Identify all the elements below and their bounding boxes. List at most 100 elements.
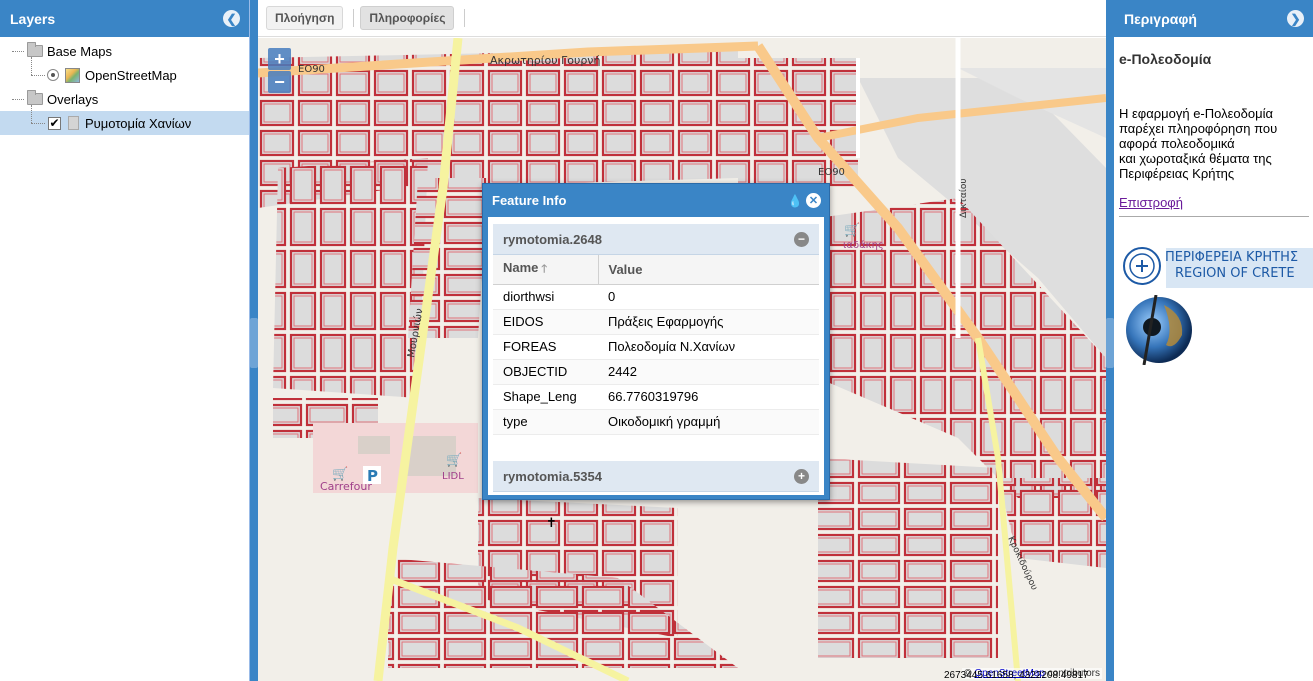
popup-title: Feature Info — [492, 193, 567, 208]
checkbox-checked-icon[interactable]: ✔ — [48, 116, 61, 130]
poi-shop-label: ιαδάκης — [843, 239, 884, 251]
zoom-out-button[interactable]: − — [268, 71, 291, 93]
urban-blocks — [273, 158, 428, 398]
feature-title: rymotomia.2648 — [503, 231, 602, 247]
toolbar-separator — [464, 9, 466, 27]
collapse-right-icon[interactable]: ❯ — [1287, 10, 1304, 27]
description-panel-title: Περιγραφή — [1124, 10, 1197, 27]
attribute-value-cell: Πολεοδομία Ν.Χανίων — [598, 334, 819, 360]
overlays-label: Overlays — [47, 91, 99, 107]
parking-icon: P — [367, 467, 378, 485]
app-description: Η εφαρμογή e-Πολεοδομία παρέχει πληροφόρ… — [1119, 106, 1309, 181]
urban-blocks — [818, 458, 998, 658]
logo-english-text: REGION OF CRETE — [1175, 266, 1295, 281]
region-of-crete-logo: ΠΕΡΙΦΕΡΕΙΑ ΚΡΗΤΗΣ REGION OF CRETE — [1122, 244, 1313, 288]
table-row[interactable]: FOREAS Πολεοδομία Ν.Χανίων — [493, 334, 819, 360]
attribute-name-cell: diorthwsi — [493, 284, 598, 310]
table-row[interactable]: Shape_Leng 66.7760319796 — [493, 384, 819, 410]
divider — [1119, 216, 1309, 217]
feature-attribute-grid: Name 🡑 Value diorthwsi 0 EIDOS Πράξεις Εφαρμ… — [493, 255, 819, 435]
description-body: e-Πολεοδομία Η εφαρμογή e-Πολεοδομία παρ… — [1114, 37, 1313, 217]
building — [358, 436, 390, 454]
logo-greek-text: ΠΕΡΙΦΕΡΕΙΑ ΚΡΗΤΗΣ — [1165, 250, 1298, 265]
folder-icon — [27, 90, 43, 105]
app-window: Layers ❮ Base Maps OpenStreetMap Overlay… — [0, 0, 1313, 681]
description-line: και χωροταξικά θέματα της — [1119, 151, 1272, 166]
globe-logo — [1124, 294, 1194, 366]
description-panel: Περιγραφή ❯ e-Πολεοδομία Η εφαρμογή e-Πο… — [1114, 0, 1313, 681]
base-maps-label: Base Maps — [47, 43, 113, 59]
openstreetmap-label: OpenStreetMap — [85, 67, 177, 83]
layers-panel: Layers ❮ Base Maps OpenStreetMap Overlay… — [0, 0, 250, 681]
column-header-name[interactable]: Name 🡑 — [493, 255, 598, 285]
toolbar-separator — [353, 9, 355, 27]
poi-lidl-label: LIDL — [442, 471, 464, 482]
attribute-name-cell: type — [493, 409, 598, 435]
popup-body: rymotomia.2648 − Name 🡑 Value diorthwsi 0 E… — [488, 217, 824, 495]
layer-document-icon — [68, 116, 79, 130]
feature-panel-header[interactable]: rymotomia.2648 − — [493, 224, 819, 255]
zoom-in-button[interactable]: + — [268, 48, 291, 70]
description-line: αφορά πολεοδομικά — [1119, 136, 1235, 151]
tree-connector — [31, 57, 32, 75]
back-link[interactable]: Επιστροφή — [1119, 195, 1183, 210]
description-line: παρέχει πληροφόρηση που — [1119, 121, 1278, 136]
popup-tools: 💧 ✕ — [788, 193, 821, 208]
attribute-name-cell: Shape_Leng — [493, 384, 598, 410]
map-layer-icon — [65, 67, 80, 83]
tree-connector — [31, 75, 45, 76]
map-toolbar: Πλοήγηση Πληροφορίες — [258, 0, 1106, 37]
column-header-value[interactable]: Value — [597, 255, 819, 285]
description-panel-header: Περιγραφή ❯ — [1114, 0, 1313, 37]
info-button[interactable]: Πληροφορίες — [360, 6, 455, 30]
expand-plus-icon[interactable]: + — [794, 468, 809, 484]
shopping-cart-icon: 🛒 — [844, 222, 860, 238]
attribute-value-cell: Πράξεις Εφαρμογής — [598, 309, 819, 335]
layer-tree: Base Maps OpenStreetMap Overlays ✔ Ρυμοτ… — [0, 37, 249, 135]
tree-connector — [12, 51, 24, 52]
feature-info-popup[interactable]: Feature Info 💧 ✕ rymotomia.2648 − Name 🡑 … — [482, 183, 830, 500]
attribute-value-cell: 66.7760319796 — [598, 384, 819, 410]
folder-icon — [27, 42, 43, 57]
sort-asc-icon: 🡑 — [541, 262, 548, 275]
left-splitter-handle[interactable] — [250, 318, 258, 368]
table-row[interactable]: OBJECTID 2442 — [493, 359, 819, 385]
church-icon: ✝ — [546, 516, 557, 531]
tree-node-base-maps[interactable]: Base Maps — [0, 39, 249, 63]
close-icon[interactable]: ✕ — [806, 193, 821, 208]
tree-node-openstreetmap[interactable]: OpenStreetMap — [0, 57, 249, 87]
description-line: Η εφαρμογή e-Πολεοδομία — [1119, 106, 1274, 121]
radio-selected-icon[interactable] — [47, 69, 59, 81]
attribute-value-cell: Οικοδομική γραμμή — [598, 409, 819, 435]
grid-header-row: Name 🡑 Value — [493, 255, 819, 285]
road-label-eo90: ΕΟ90 — [818, 167, 845, 178]
collapse-minus-icon[interactable]: − — [794, 231, 809, 247]
attribute-value-cell: 2442 — [598, 359, 819, 385]
street-label-top: Ακρωτηρίου Γουρνή — [490, 54, 600, 67]
navigation-button[interactable]: Πλοήγηση — [266, 6, 344, 30]
right-splitter-handle[interactable] — [1106, 318, 1114, 368]
feature-panel-header[interactable]: rymotomia.5354 + — [493, 461, 819, 492]
attribute-name-cell: EIDOS — [493, 309, 598, 335]
unpin-drop-icon[interactable]: 💧 — [788, 194, 803, 208]
shopping-cart-icon: 🛒 — [446, 452, 462, 468]
table-row[interactable]: EIDOS Πράξεις Εφαρμογής — [493, 309, 819, 335]
collapse-left-icon[interactable]: ❮ — [223, 10, 240, 27]
attribute-value-cell: 0 — [598, 284, 819, 310]
rymotomia-label: Ρυμοτομία Χανίων — [85, 115, 192, 131]
mouse-position-readout: 2673445.61658, 4322208.49817 — [944, 670, 1089, 681]
tree-connector — [31, 105, 32, 123]
tree-connector — [12, 99, 24, 100]
app-name: e-Πολεοδομία — [1119, 51, 1212, 67]
tree-connector — [31, 123, 45, 124]
tree-node-overlays[interactable]: Overlays — [0, 87, 249, 111]
tree-node-rymotomia[interactable]: ✔ Ρυμοτομία Χανίων — [0, 105, 249, 135]
popup-header[interactable]: Feature Info 💧 ✕ — [483, 184, 829, 217]
description-line: Περιφέρειας Κρήτης — [1119, 166, 1235, 181]
table-row[interactable]: diorthwsi 0 — [493, 284, 819, 310]
street-label-diktaiou: Δικταίου — [959, 178, 969, 218]
table-row[interactable]: type Οικοδομική γραμμή — [493, 409, 819, 435]
attribute-name-cell: OBJECTID — [493, 359, 598, 385]
zoom-control: + − — [268, 48, 291, 93]
attribute-name-cell: FOREAS — [493, 334, 598, 360]
